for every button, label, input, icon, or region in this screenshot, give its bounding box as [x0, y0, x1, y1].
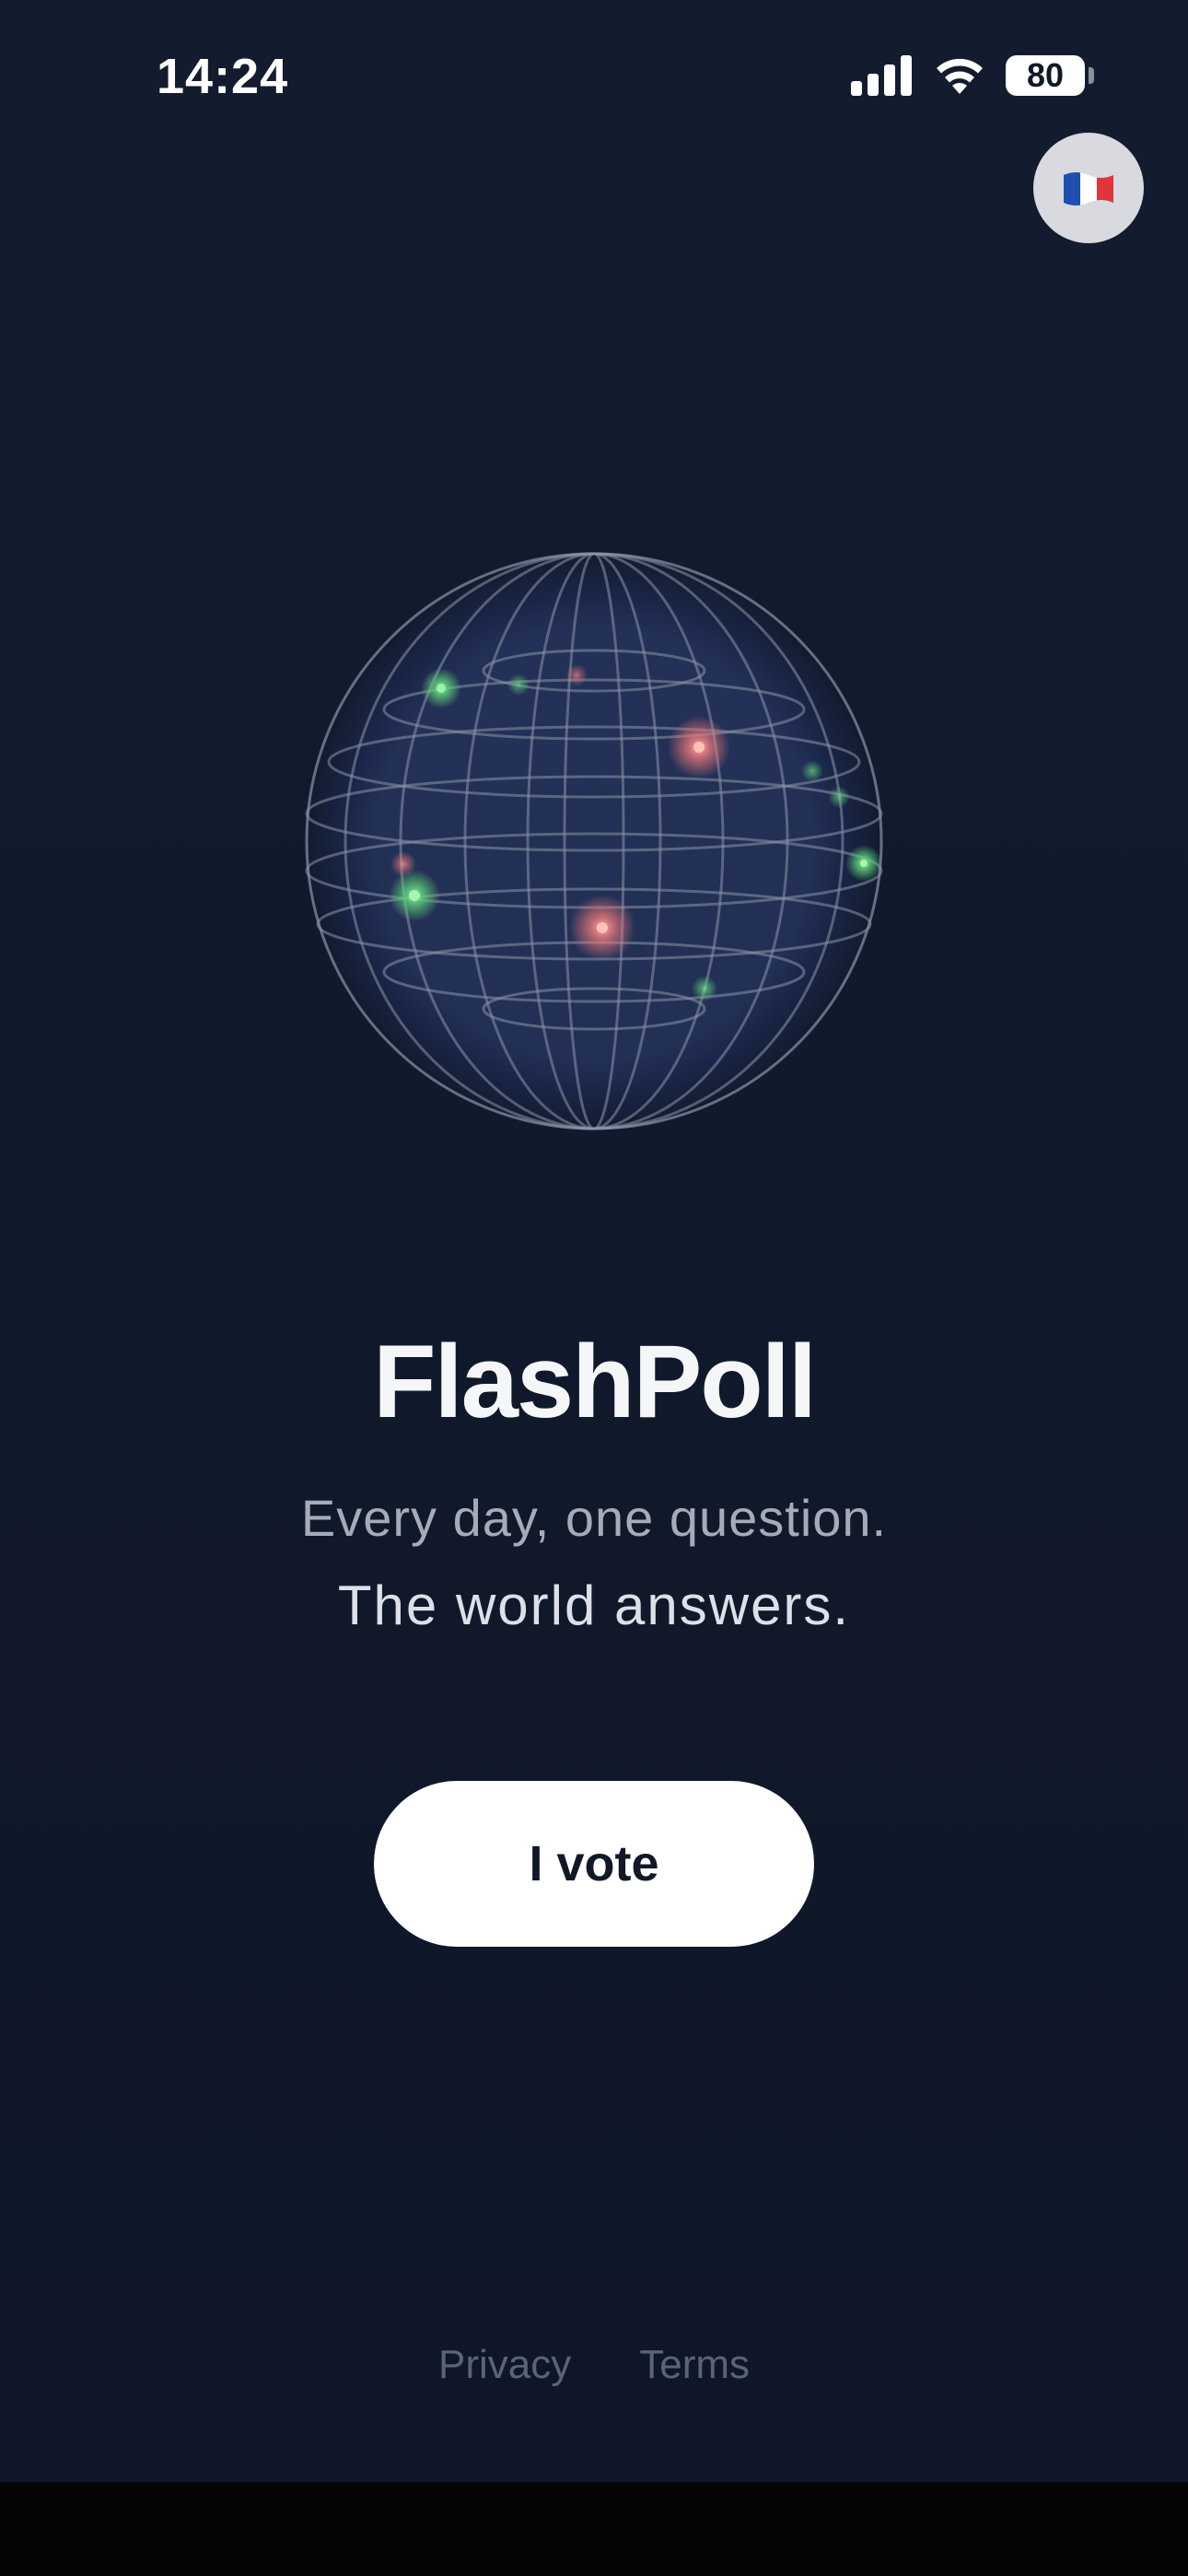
vote-button[interactable]: I vote: [374, 1781, 814, 1947]
tagline-line2: The world answers.: [337, 1575, 851, 1636]
signal-icon: [851, 55, 912, 96]
welcome-screen: 14:24 80 FlashPoll Every day, one questi…: [0, 0, 1188, 2482]
globe-icon: [253, 502, 935, 1184]
status-icons: 80: [851, 55, 1094, 96]
wifi-icon: [937, 58, 983, 94]
app-title: FlashPoll: [373, 1324, 817, 1439]
french-flag-icon: [1064, 172, 1113, 205]
battery-cap: [1089, 67, 1094, 84]
status-time: 14:24: [157, 49, 289, 104]
tagline-line1: Every day, one question.: [300, 1489, 888, 1547]
privacy-link[interactable]: Privacy: [438, 2342, 571, 2388]
battery-level: 80: [1026, 56, 1065, 94]
language-button[interactable]: [1033, 133, 1144, 243]
battery-icon: 80: [1006, 55, 1094, 96]
footer-links: Privacy Terms: [0, 2342, 1188, 2388]
globe-illustration: [305, 552, 883, 1130]
terms-link[interactable]: Terms: [639, 2342, 750, 2388]
bottom-safe-area: [0, 2482, 1188, 2576]
